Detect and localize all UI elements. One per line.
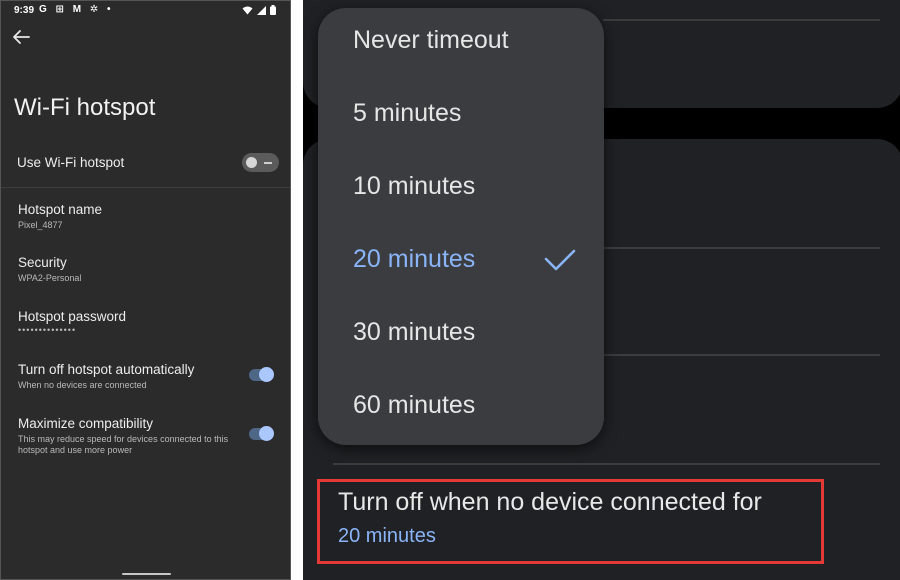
menu-item-label: Never timeout — [353, 26, 509, 54]
hotspot-settings-screen: 9:39 G ⊞ M ✲ • Wi-Fi hotspot Use Wi-Fi h… — [0, 0, 291, 580]
hotspot-password-value: •••••••••••••• — [18, 325, 77, 335]
security-row[interactable]: Security WPA2-Personal — [1, 249, 290, 295]
toggle-thumb — [259, 367, 274, 382]
menu-item-5-minutes[interactable]: 5 minutes — [318, 87, 604, 147]
signal-icon — [257, 5, 266, 15]
gesture-nav-handle[interactable] — [122, 573, 171, 575]
menu-item-never-timeout[interactable]: Never timeout — [318, 14, 604, 74]
menu-item-20-minutes[interactable]: 20 minutes — [318, 233, 604, 293]
security-value: WPA2-Personal — [18, 273, 82, 283]
menu-item-label: 30 minutes — [353, 318, 476, 346]
turn-off-auto-row[interactable]: Turn off hotspot automatically When no d… — [1, 356, 290, 402]
menu-item-label: 5 minutes — [353, 99, 462, 127]
menu-item-10-minutes[interactable]: 10 minutes — [318, 160, 604, 220]
maximize-compat-label: Maximize compatibility — [18, 416, 154, 431]
background-divider — [603, 19, 880, 21]
battery-icon — [270, 5, 276, 15]
hotspot-password-row[interactable]: Hotspot password •••••••••••••• — [1, 303, 290, 349]
maximize-compat-row[interactable]: Maximize compatibility This may reduce s… — [1, 410, 290, 468]
checkmark-icon — [544, 249, 576, 271]
turn-off-auto-label: Turn off hotspot automatically — [18, 362, 195, 377]
use-hotspot-toggle[interactable] — [242, 153, 279, 172]
menu-item-label: 20 minutes — [353, 245, 476, 273]
background-divider — [603, 354, 880, 356]
timeout-setting-title: Turn off when no device connected for — [338, 488, 762, 516]
timeout-setting-value: 20 minutes — [338, 525, 436, 547]
status-bar: 9:39 G ⊞ M ✲ • — [1, 1, 290, 21]
security-label: Security — [18, 255, 67, 270]
menu-item-label: 10 minutes — [353, 172, 476, 200]
toggle-thumb — [259, 426, 274, 441]
toggle-off-indicator — [264, 162, 272, 164]
wifi-icon — [242, 6, 253, 14]
system-icons — [242, 5, 276, 15]
turn-off-auto-description: When no devices are connected — [18, 380, 147, 390]
menu-item-30-minutes[interactable]: 30 minutes — [318, 306, 604, 366]
toggle-thumb — [246, 157, 257, 168]
background-divider — [333, 463, 880, 465]
hotspot-name-row[interactable]: Hotspot name Pixel_4877 — [1, 196, 290, 242]
timeout-dropdown-menu: Never timeout 5 minutes 10 minutes 20 mi… — [318, 8, 604, 445]
status-time: 9:39 — [14, 5, 35, 16]
maximize-compat-toggle[interactable] — [249, 426, 274, 441]
menu-item-label: 60 minutes — [353, 391, 476, 419]
menu-item-60-minutes[interactable]: 60 minutes — [318, 379, 604, 439]
hotspot-password-label: Hotspot password — [18, 309, 127, 324]
timeout-dropdown-screen: Never timeout 5 minutes 10 minutes 20 mi… — [303, 0, 900, 580]
page-title: Wi-Fi hotspot — [14, 94, 156, 121]
maximize-compat-description: This may reduce speed for devices connec… — [18, 434, 229, 455]
background-divider — [603, 247, 880, 249]
hotspot-name-value: Pixel_4877 — [18, 220, 63, 230]
back-arrow-icon[interactable] — [11, 29, 31, 45]
section-divider — [1, 187, 290, 188]
turn-off-auto-toggle[interactable] — [249, 367, 274, 382]
notification-icons: G ⊞ M ✲ • — [39, 4, 114, 15]
hotspot-name-label: Hotspot name — [18, 202, 103, 217]
use-hotspot-label: Use Wi-Fi hotspot — [17, 155, 125, 170]
